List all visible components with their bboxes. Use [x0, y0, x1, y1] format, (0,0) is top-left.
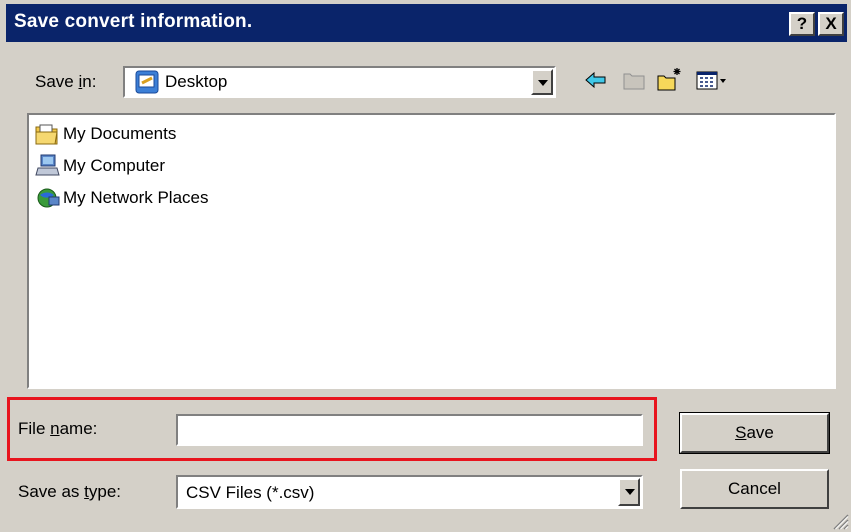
- file-name: My Documents: [63, 124, 177, 143]
- network-places-icon: [37, 188, 60, 208]
- back-arrow-icon[interactable]: [582, 66, 610, 94]
- list-item[interactable]: My Computer: [35, 153, 165, 179]
- my-computer-icon: [35, 154, 60, 176]
- chevron-down-icon[interactable]: [531, 69, 553, 95]
- list-item[interactable]: My Documents: [35, 121, 176, 147]
- save-in-label: Save in:: [35, 72, 97, 91]
- close-button[interactable]: X: [818, 12, 844, 36]
- help-icon: ?: [796, 14, 808, 33]
- close-icon: X: [825, 14, 837, 33]
- save-as-type-dropdown[interactable]: CSV Files (*.csv): [176, 475, 643, 509]
- list-item[interactable]: My Network Places: [35, 185, 208, 211]
- dialog-title: Save convert information.: [14, 11, 253, 32]
- file-name: My Computer: [63, 156, 166, 175]
- up-folder-icon[interactable]: [620, 66, 648, 94]
- save-in-dropdown[interactable]: Desktop: [123, 66, 556, 98]
- help-button[interactable]: ?: [789, 12, 815, 36]
- file-list[interactable]: My Documents My Computer My Network Plac…: [27, 113, 836, 389]
- save-as-type-label: Save as type:: [18, 482, 122, 501]
- desktop-icon: [135, 70, 159, 94]
- resize-grip-icon[interactable]: [831, 512, 849, 530]
- save-as-type-value: CSV Files (*.csv): [186, 483, 315, 502]
- view-menu-icon[interactable]: [694, 66, 730, 94]
- save-dialog: Save convert information. ? X Save in: D…: [0, 0, 851, 532]
- new-folder-icon[interactable]: [655, 66, 683, 94]
- chevron-down-icon[interactable]: [618, 478, 640, 506]
- save-button[interactable]: Save: [679, 412, 830, 454]
- my-documents-icon: [35, 124, 58, 145]
- cancel-button[interactable]: Cancel: [680, 469, 829, 509]
- file-name-label: File name:: [18, 419, 98, 438]
- file-name: My Network Places: [63, 188, 209, 207]
- title-bar[interactable]: Save convert information. ? X: [6, 4, 847, 42]
- save-in-value: Desktop: [165, 72, 228, 91]
- file-name-input[interactable]: [176, 414, 643, 446]
